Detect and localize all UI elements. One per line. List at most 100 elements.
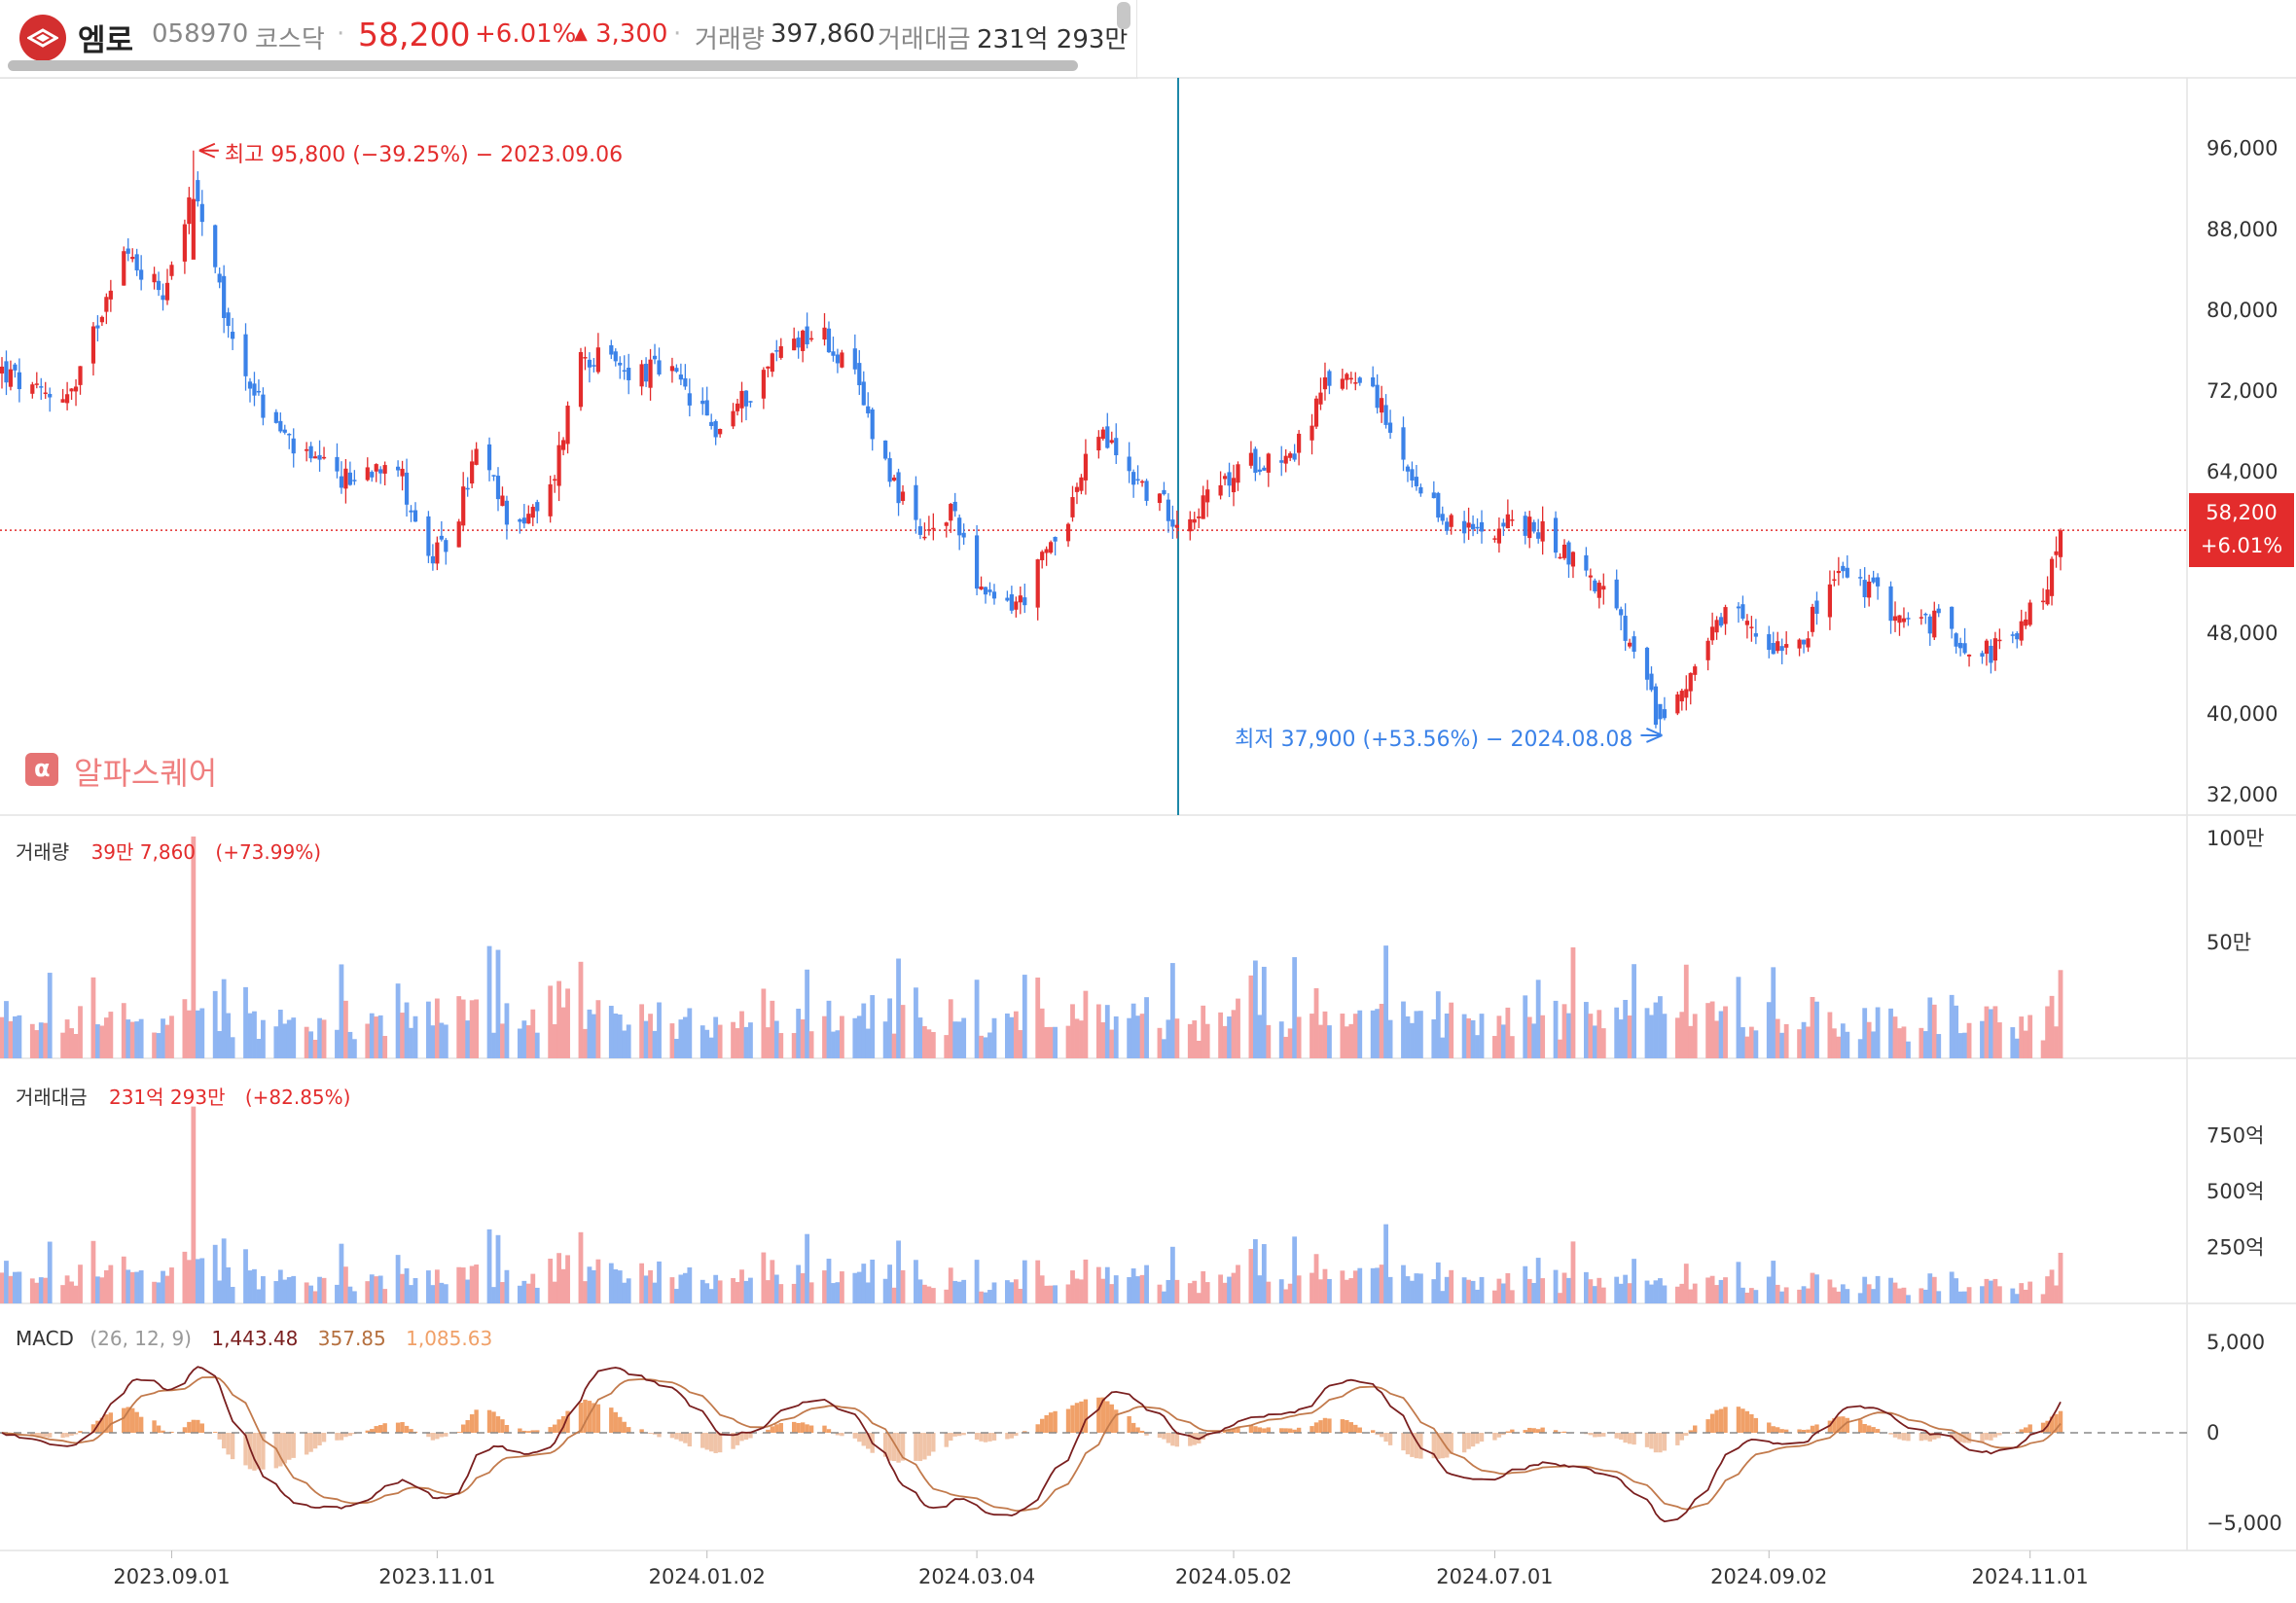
volume-bar xyxy=(282,1023,288,1058)
volume-bar xyxy=(739,1011,744,1058)
amount-bar xyxy=(1095,1266,1101,1303)
macd-hist-bar xyxy=(1866,1425,1872,1433)
amount-bar xyxy=(870,1259,876,1303)
amount-bar xyxy=(1470,1280,1476,1303)
macd-hist-bar xyxy=(979,1433,984,1442)
candle-body xyxy=(1053,537,1058,542)
candle-body xyxy=(1449,515,1453,527)
candle-body xyxy=(382,465,387,474)
amount-bar xyxy=(592,1269,596,1303)
volume-bar xyxy=(2040,1040,2046,1058)
candle-body xyxy=(60,399,65,403)
volume-bar xyxy=(1600,1028,1606,1058)
volume-bar xyxy=(704,1029,710,1058)
macd-hist-bar xyxy=(1461,1433,1467,1453)
amount-bar xyxy=(956,1281,962,1303)
macd-hist-bar xyxy=(230,1433,235,1460)
amount-bar xyxy=(1313,1254,1319,1303)
volume-bar xyxy=(556,980,562,1058)
amount-bar xyxy=(1444,1276,1450,1303)
stock-chart[interactable]: 96,000 88,000 80,000 72,000 64,000 48,000 40,0… xyxy=(0,0,2296,1603)
amount-bar xyxy=(1461,1277,1467,1303)
macd-hist-bar xyxy=(1623,1433,1628,1443)
volume-pane-title: 거래량 xyxy=(16,840,70,864)
volume-bar xyxy=(517,1028,522,1058)
volume-bar xyxy=(1401,1001,1406,1058)
candle-body xyxy=(2027,602,2032,625)
candle-body xyxy=(1950,606,1955,629)
candle-body xyxy=(1614,579,1619,609)
macd-hist-bar xyxy=(1505,1431,1511,1433)
amount-bar xyxy=(1370,1267,1376,1303)
volume-bar xyxy=(1201,1005,1206,1058)
amount-bar xyxy=(34,1282,40,1303)
macd-hist-bar xyxy=(491,1411,496,1433)
candle-body xyxy=(1414,477,1419,486)
amount-bar xyxy=(312,1291,318,1303)
candle-body xyxy=(1248,452,1254,466)
macd-hist-bar xyxy=(774,1424,779,1433)
candle-body xyxy=(643,364,649,382)
volume-bar xyxy=(1736,977,1741,1058)
volume-bar xyxy=(1053,1026,1058,1058)
candle-body xyxy=(578,351,584,408)
candle-body xyxy=(556,445,561,486)
amount-bar xyxy=(321,1277,327,1303)
amount-bar xyxy=(1074,1278,1080,1303)
candle-body xyxy=(1693,666,1698,675)
volume-bar xyxy=(1718,1011,1724,1058)
amount-bar xyxy=(443,1284,448,1303)
amount-bar xyxy=(121,1256,126,1303)
macd-hist-bar xyxy=(339,1433,344,1441)
volume-bar xyxy=(2054,1026,2059,1058)
candle-body xyxy=(182,224,187,262)
macd-hist-bar xyxy=(1174,1433,1180,1447)
volume-bar xyxy=(486,945,492,1058)
candle-body xyxy=(1292,453,1297,460)
volume-bar xyxy=(1962,1032,1967,1058)
volume-bar xyxy=(1845,1031,1850,1058)
amount-bar xyxy=(1658,1278,1663,1303)
volume-bar xyxy=(682,1016,688,1058)
amount-bar xyxy=(29,1278,35,1303)
macd-hist-bar xyxy=(1693,1425,1698,1433)
volume-bar xyxy=(1531,1023,1537,1058)
amount-bar xyxy=(2023,1289,2028,1303)
volume-bar xyxy=(1370,1010,1376,1058)
volume-bar xyxy=(1797,1029,1802,1058)
volume-bar xyxy=(700,1025,705,1058)
amount-bar xyxy=(1588,1279,1594,1303)
macd-hist-bar xyxy=(1540,1427,1545,1433)
amount-bar xyxy=(1614,1276,1620,1303)
volume-bar xyxy=(979,1035,984,1058)
volume-bar xyxy=(805,969,810,1058)
amount-bar xyxy=(64,1275,70,1303)
macd-hist-bar xyxy=(1858,1419,1863,1433)
amount-bar xyxy=(1383,1224,1388,1303)
candle-body xyxy=(1906,618,1911,620)
candle-body xyxy=(1566,542,1571,565)
amount-bar xyxy=(369,1274,375,1303)
amount-bar xyxy=(1954,1278,1959,1303)
amount-bar xyxy=(500,1282,505,1303)
volume-bar xyxy=(1592,1025,1597,1058)
amount-bar xyxy=(700,1279,705,1303)
macd-hist-bar xyxy=(374,1426,378,1433)
candle-body xyxy=(352,480,357,481)
candle-body xyxy=(1527,517,1532,539)
candle-body xyxy=(883,440,888,459)
candle-body xyxy=(1266,453,1271,473)
volume-bar xyxy=(261,1019,266,1058)
amount-bar xyxy=(1806,1288,1811,1303)
amount-bar xyxy=(317,1276,322,1303)
candle-body xyxy=(735,403,740,411)
amount-bar xyxy=(1862,1276,1868,1303)
candle-body xyxy=(43,392,48,395)
candle-body xyxy=(870,409,875,440)
amount-bar xyxy=(1845,1289,1850,1303)
macd-hist-bar xyxy=(1644,1433,1650,1447)
amount-pane-value: 231억 293만 xyxy=(108,1086,226,1109)
macd-hist-bar xyxy=(1053,1410,1058,1433)
macd-hist-bar xyxy=(974,1433,980,1441)
amount-bar xyxy=(1435,1262,1441,1303)
